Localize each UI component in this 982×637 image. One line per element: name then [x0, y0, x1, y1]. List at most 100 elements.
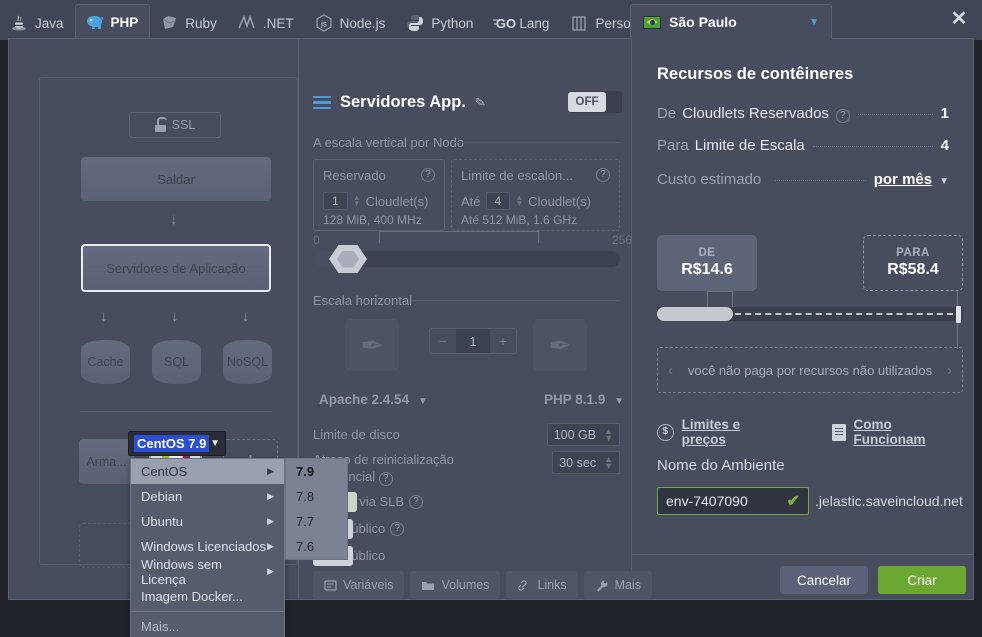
- check-icon: ✔: [787, 491, 800, 511]
- reserved-lead: De: [657, 105, 676, 122]
- dot-leader: [858, 114, 933, 115]
- help-icon[interactable]: ?: [390, 522, 404, 536]
- os-select-button[interactable]: CentOS 7.9 ▼: [128, 431, 226, 456]
- resource-links: $ Limites e preços Como Funcionam: [657, 417, 965, 447]
- note-next-icon[interactable]: ›: [937, 362, 962, 379]
- volumes-button[interactable]: Volumes: [410, 571, 500, 599]
- chevron-right-icon: ▶: [267, 466, 274, 477]
- node-count-value[interactable]: 1: [456, 329, 490, 353]
- topology-divider: [80, 411, 272, 412]
- pricing-link[interactable]: $ Limites e preços: [657, 417, 786, 447]
- chevron-right-icon: ▶: [267, 516, 274, 527]
- close-icon[interactable]: ✕: [948, 9, 970, 31]
- tab-go-lang[interactable]: GO Lang: [484, 6, 560, 40]
- menu-item-version-7-7[interactable]: 7.7: [286, 509, 347, 534]
- slider-handle[interactable]: [329, 245, 367, 273]
- node-cache[interactable]: Cache: [81, 340, 130, 384]
- region-tab-sao-paulo[interactable]: São Paulo ▼: [630, 4, 832, 39]
- menu-item-more[interactable]: Mais...: [131, 614, 284, 637]
- dotnet-icon: [237, 13, 257, 33]
- slider-max-label: 256: [612, 233, 632, 247]
- limit-cloudlets-value[interactable]: 4: [486, 192, 511, 210]
- reserved-cloudlets-value[interactable]: 1: [323, 192, 348, 210]
- chevron-down-icon[interactable]: ▼: [939, 176, 949, 187]
- cost-period-select[interactable]: por mês: [874, 171, 932, 188]
- node-app-servers[interactable]: Servidores de Aplicação: [81, 244, 271, 292]
- restart-delay-field[interactable]: 30 sec ▲▼: [552, 451, 620, 474]
- node-balancer[interactable]: Saldar: [81, 157, 271, 201]
- help-icon[interactable]: ?: [379, 472, 393, 486]
- ssl-chip[interactable]: SSL: [129, 112, 221, 138]
- environment-name-label: Nome do Ambiente: [657, 457, 785, 474]
- tab-label: Lang: [519, 16, 549, 31]
- decrement-button[interactable]: −: [430, 329, 456, 353]
- increment-button[interactable]: +: [490, 329, 516, 353]
- stepper-arrows-icon[interactable]: ▲▼: [353, 195, 361, 207]
- variables-button[interactable]: Variáveis: [313, 571, 404, 599]
- tab-nodejs[interactable]: js Node.js: [305, 6, 397, 40]
- svg-text:GO: GO: [496, 16, 516, 31]
- php-version-select[interactable]: PHP 8.1.9 ▼: [544, 392, 624, 407]
- node-master-toggle[interactable]: OFF: [568, 91, 622, 113]
- section-rule: [452, 142, 620, 143]
- php-feather-icon[interactable]: ✒: [533, 319, 587, 371]
- slb-access-row: Acesso via SLB ? ON: [313, 494, 620, 509]
- menu-item-windows-licensed[interactable]: Windows Licenciados ▶: [131, 534, 284, 559]
- tab-label: PHP: [111, 15, 139, 30]
- node-title-row: Servidores App. ✎: [313, 93, 486, 112]
- how-it-works-link[interactable]: Como Funcionam: [832, 417, 965, 447]
- chevron-down-icon: ▼: [418, 396, 428, 407]
- node-storage[interactable]: Arma...: [79, 439, 134, 484]
- usage-bar[interactable]: [657, 307, 963, 321]
- help-icon[interactable]: ?: [596, 168, 610, 182]
- links-button[interactable]: Links: [506, 571, 577, 599]
- java-icon: [9, 13, 29, 33]
- help-icon[interactable]: ?: [836, 109, 850, 123]
- scaling-limit-box[interactable]: Limite de escalon... ? Até 4 ▲▼ Cloudlet…: [451, 159, 620, 231]
- help-icon[interactable]: ?: [409, 495, 423, 509]
- help-icon[interactable]: ?: [421, 168, 435, 182]
- menu-item-version-7-8[interactable]: 7.8: [286, 484, 347, 509]
- menu-item-docker-image[interactable]: Imagem Docker...: [131, 584, 284, 609]
- stepper-arrows-icon[interactable]: ▲▼: [604, 456, 613, 470]
- node-label: SQL: [164, 355, 189, 369]
- limit-detail: 512 MiB, 1.6 GHz: [482, 213, 577, 227]
- chevron-down-icon[interactable]: ▼: [210, 438, 220, 449]
- environment-name-row: env-7407090 ✔ .jelastic.saveincloud.net: [657, 487, 963, 515]
- jelastic-topology-dialog: Java PHP Ruby: [0, 0, 982, 637]
- menu-item-label: Windows sem Licença: [141, 557, 267, 587]
- usage-bar-end-marker: [956, 306, 961, 323]
- node-nosql[interactable]: NoSQL: [223, 340, 272, 384]
- pencil-icon[interactable]: ✎: [474, 94, 488, 112]
- stepper-arrows-icon[interactable]: ▲▼: [515, 195, 523, 207]
- apache-feather-icon[interactable]: ✒: [345, 319, 399, 371]
- disk-limit-field[interactable]: 100 GB ▲▼: [547, 423, 620, 446]
- cost-label: Custo estimado: [657, 171, 761, 188]
- ruby-gem-icon: [159, 13, 179, 33]
- reserved-cloudlets-box[interactable]: Reservado ? 1 ▲▼ Cloudlet(s) 128 MiB, 40…: [313, 159, 445, 231]
- environment-name-input[interactable]: env-7407090 ✔: [657, 487, 809, 515]
- chevron-down-icon[interactable]: ▼: [809, 17, 819, 28]
- menu-item-version-7-9[interactable]: 7.9: [286, 459, 347, 484]
- tab-ruby[interactable]: Ruby: [150, 6, 228, 40]
- tab-dotnet[interactable]: .NET: [228, 6, 305, 40]
- menu-item-version-7-6[interactable]: 7.6: [286, 534, 347, 559]
- tab-java[interactable]: Java: [0, 6, 75, 40]
- note-prev-icon[interactable]: ‹: [658, 362, 683, 379]
- node-count-stepper[interactable]: − 1 +: [429, 328, 517, 354]
- svg-text:js: js: [320, 20, 327, 29]
- tab-python[interactable]: Python: [396, 6, 484, 40]
- create-button[interactable]: Criar: [878, 566, 966, 594]
- menu-item-ubuntu[interactable]: Ubuntu ▶: [131, 509, 284, 534]
- menu-item-windows-unlicensed[interactable]: Windows sem Licença ▶: [131, 559, 284, 584]
- menu-item-debian[interactable]: Debian ▶: [131, 484, 284, 509]
- menu-item-centos[interactable]: CentOS ▶: [131, 459, 284, 484]
- hamburger-icon[interactable]: [313, 96, 331, 110]
- tab-php[interactable]: PHP: [75, 4, 151, 40]
- apache-version-select[interactable]: Apache 2.4.54 ▼: [319, 392, 428, 407]
- cancel-button[interactable]: Cancelar: [780, 566, 868, 594]
- stepper-arrows-icon[interactable]: ▲▼: [604, 428, 613, 442]
- cloudlet-slider[interactable]: [313, 251, 620, 267]
- restart-delay-row: Atraso de reinicialização sequencial ? 3…: [313, 451, 620, 486]
- node-sql[interactable]: SQL: [152, 340, 201, 384]
